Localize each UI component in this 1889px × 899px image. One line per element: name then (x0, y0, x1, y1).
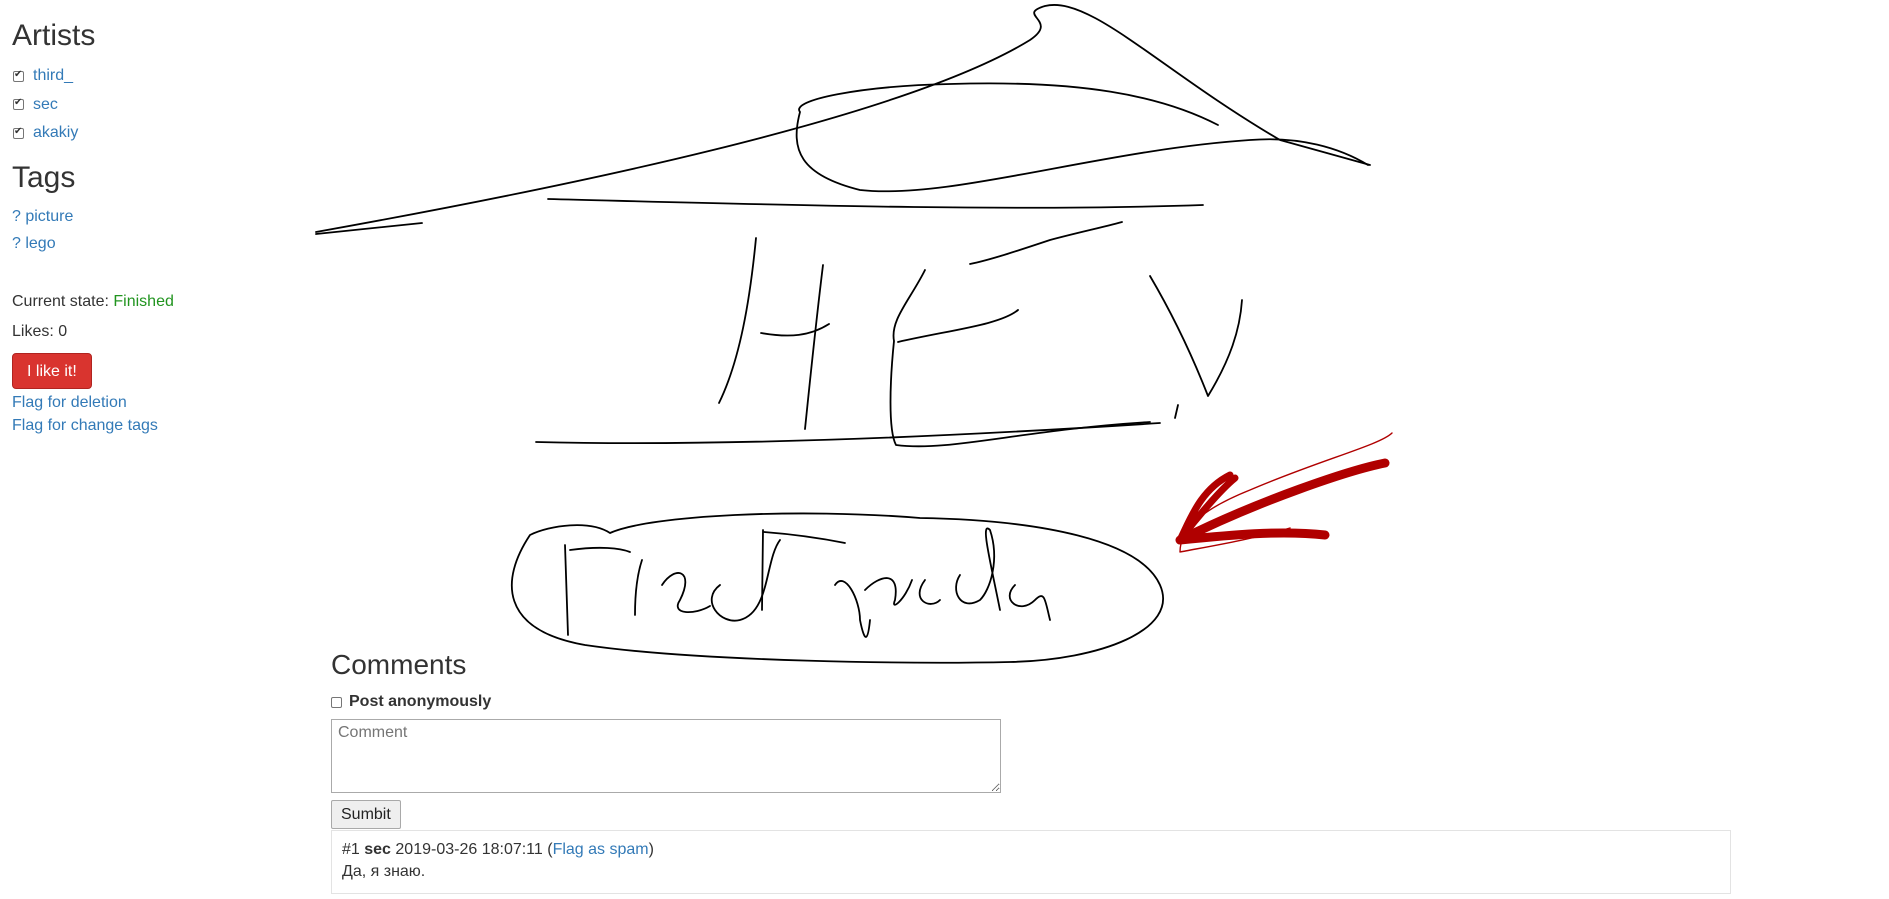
comments-heading: Comments (331, 649, 467, 680)
artists-heading: Artists (12, 19, 96, 52)
red-arrow (1175, 432, 1393, 553)
hey-strokes (535, 221, 1243, 448)
state-label: Current state: (12, 292, 109, 310)
name-oval (510, 512, 1164, 664)
artist-link[interactable]: akakiy (33, 124, 78, 142)
sidebar: Artists third_ sec akakiy Tags ? picture… (12, 18, 262, 437)
artist-checkbox[interactable] (13, 126, 24, 139)
comment-author[interactable]: sec (364, 841, 391, 858)
like-button[interactable]: I like it! (12, 352, 92, 389)
flag-spam-link[interactable]: Flag as spam (553, 841, 649, 858)
artist-item: akakiy (12, 119, 262, 148)
post-anonymously-label: Post anonymously (349, 693, 492, 710)
tags-heading: Tags (12, 160, 76, 194)
artist-link[interactable]: sec (33, 96, 58, 114)
drawing-canvas (315, 4, 1393, 664)
comment-header: #1 sec 2019-03-26 18:07:11 (Flag as spam… (342, 841, 654, 858)
comment-input[interactable] (331, 719, 1001, 793)
hat-strokes (315, 4, 1371, 235)
artist-item: sec (12, 91, 262, 120)
likes-count: Likes: 0 (12, 322, 68, 340)
post-anonymously-checkbox[interactable] (331, 696, 342, 708)
post-anonymously-row: Post anonymously (331, 692, 1731, 712)
comment-text: Да, я знаю. (342, 863, 426, 880)
artist-link[interactable]: third_ (33, 67, 73, 85)
tag-list: ? picture ? lego (12, 203, 262, 257)
flag-deletion-link[interactable]: Flag for deletion (12, 391, 262, 414)
tag-item: ? lego (12, 230, 262, 257)
artist-checkbox[interactable] (13, 69, 24, 82)
artist-item: third_ (12, 62, 262, 91)
comments-section: Comments Post anonymously Sumbit #1 sec … (331, 648, 1731, 894)
artist-checkbox[interactable] (13, 97, 24, 111)
comment-item: #1 sec 2019-03-26 18:07:11 (Flag as spam… (331, 830, 1731, 894)
artist-list: third_ sec akakiy (12, 62, 262, 148)
flag-change-tags-link[interactable]: Flag for change tags (12, 414, 262, 437)
comment-index: #1 (342, 841, 360, 858)
state-value: Finished (113, 292, 174, 310)
tag-item: ? picture (12, 203, 262, 230)
current-state: Current state: Finished (12, 287, 262, 317)
comment-timestamp: 2019-03-26 18:07:11 (395, 841, 543, 858)
submit-button[interactable]: Sumbit (331, 800, 401, 829)
artwork-drawing (300, 0, 1420, 670)
tag-link-lego[interactable]: ? lego (12, 235, 56, 252)
tag-link-picture[interactable]: ? picture (12, 208, 73, 225)
